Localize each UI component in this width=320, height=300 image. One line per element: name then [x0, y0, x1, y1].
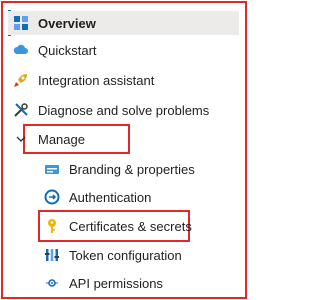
overview-grid-icon: [13, 15, 29, 31]
nav-label-authentication: Authentication: [69, 189, 152, 205]
nav-label-integration-assistant: Integration assistant: [38, 72, 155, 88]
nav-label-api-permissions: API permissions: [69, 275, 163, 291]
nav-item-api-permissions[interactable]: API permissions: [44, 271, 234, 295]
branding-icon: [44, 161, 60, 177]
authentication-icon: [44, 189, 60, 205]
nav-label-overview: Overview: [38, 15, 96, 31]
nav-label-diagnose: Diagnose and solve problems: [38, 102, 210, 118]
nav-label-certificates: Certificates & secrets: [69, 218, 192, 234]
nav-item-diagnose[interactable]: Diagnose and solve problems: [13, 98, 239, 122]
nav-item-certificates-secrets[interactable]: Certificates & secrets: [44, 214, 234, 238]
chevron-down-icon: [13, 131, 29, 147]
nav-item-integration-assistant[interactable]: Integration assistant: [13, 68, 239, 92]
tools-icon: [13, 102, 29, 118]
nav-item-quickstart[interactable]: Quickstart: [13, 38, 239, 62]
nav-item-overview[interactable]: Overview: [8, 11, 239, 35]
key-icon: [44, 218, 60, 234]
rocket-icon: [13, 72, 29, 88]
token-bars-icon: [44, 247, 60, 263]
nav-label-quickstart: Quickstart: [38, 42, 97, 58]
nav-item-token-configuration[interactable]: Token configuration: [44, 243, 234, 267]
manage-section-toggle[interactable]: Manage: [13, 127, 239, 151]
manage-section-label: Manage: [38, 131, 85, 147]
nav-label-token-configuration: Token configuration: [69, 247, 182, 263]
nav-label-branding: Branding & properties: [69, 161, 195, 177]
nav-item-branding[interactable]: Branding & properties: [44, 157, 234, 181]
nav-item-authentication[interactable]: Authentication: [44, 185, 234, 209]
cloud-icon: [13, 42, 29, 58]
api-permissions-icon: [44, 275, 60, 291]
